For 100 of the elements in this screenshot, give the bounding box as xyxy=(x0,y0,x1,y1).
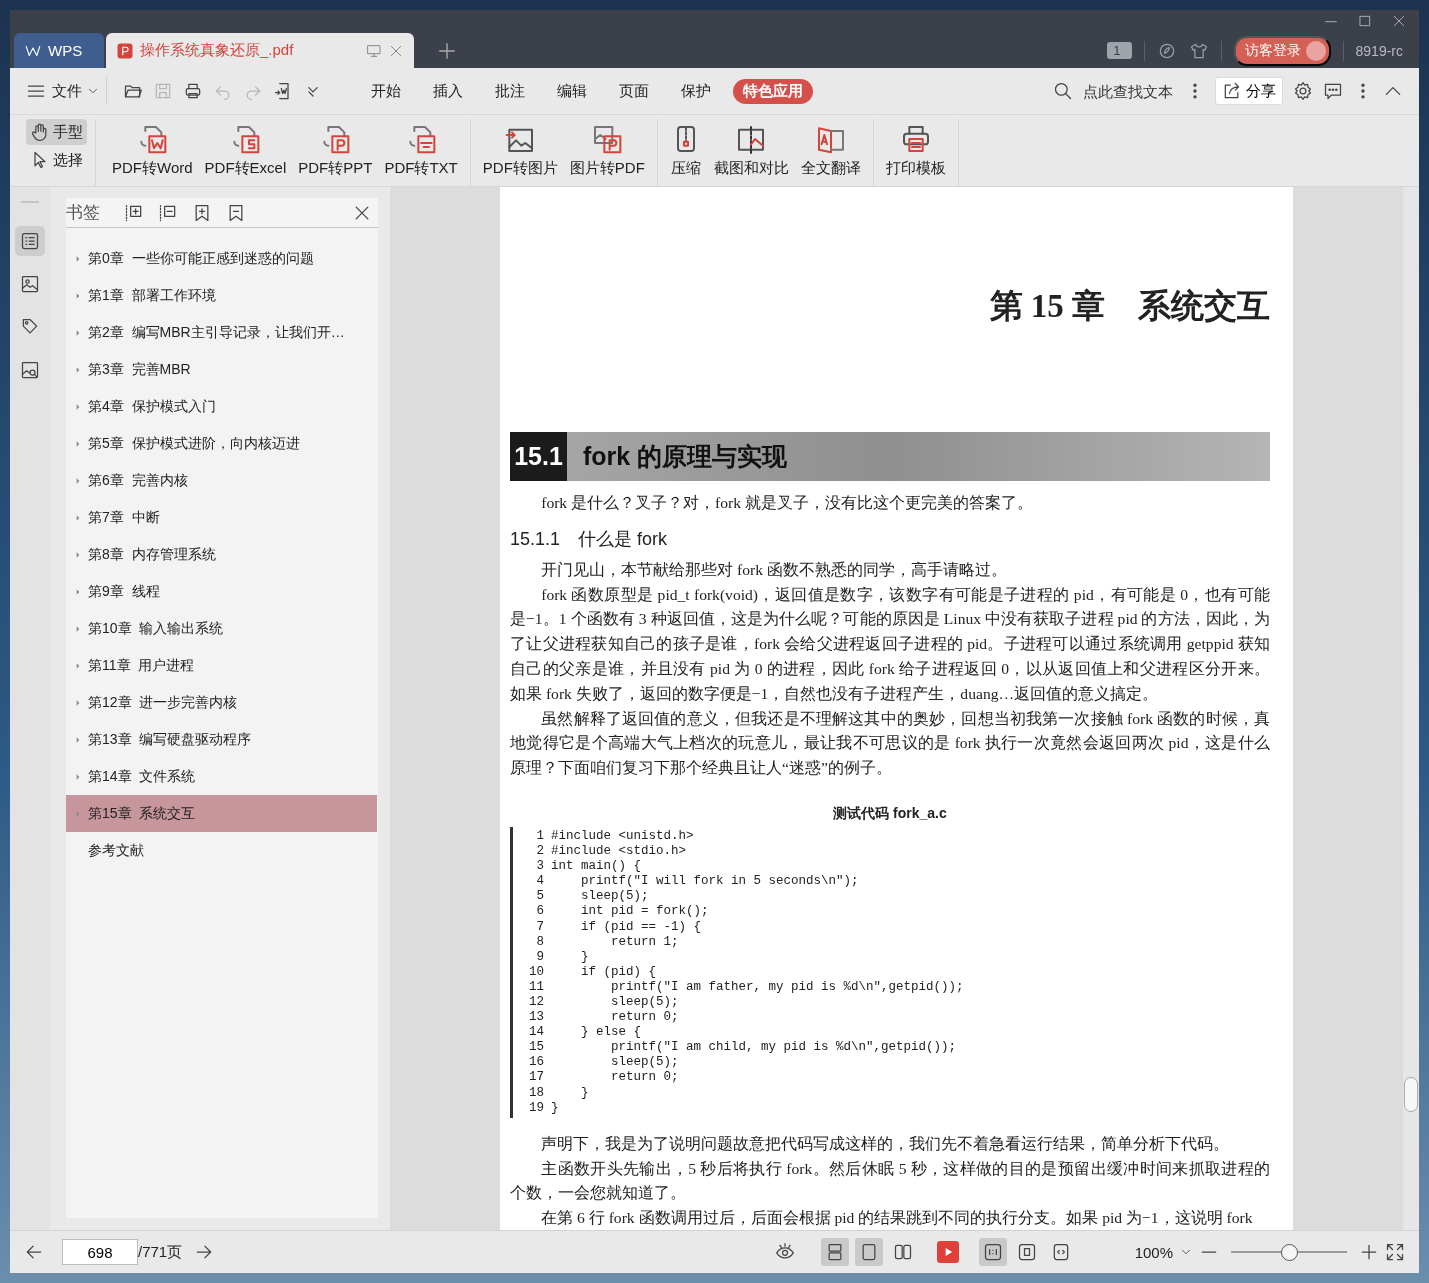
collapse-all-icon[interactable] xyxy=(158,202,178,223)
bookmark-item[interactable]: 第8章 内存管理系统 xyxy=(66,536,377,573)
code-line: printf("I am father, my pid is %d\n",getpid()); xyxy=(610,979,964,995)
page-count-badge[interactable]: 1 xyxy=(1107,42,1132,59)
bookmark-item[interactable]: 第12章 进一步完善内核 xyxy=(66,684,377,721)
ribbon-button[interactable]: PDF转TXT xyxy=(378,119,464,186)
bookmark-item[interactable]: 第5章 保护模式进阶，向内核迈进 xyxy=(66,425,377,462)
code-line: sleep(5); xyxy=(610,995,679,1011)
search-field[interactable]: 点此查找文本 xyxy=(1083,82,1175,100)
tab[interactable]: WPS xyxy=(14,33,104,68)
fullscreen-icon[interactable] xyxy=(1385,1242,1405,1262)
page-number-field[interactable]: 698 xyxy=(62,1239,138,1265)
scrollbar[interactable] xyxy=(1403,187,1419,1230)
ribbon-button[interactable]: PDF转Word xyxy=(106,119,199,186)
ribbon-button[interactable]: PDF转图片 xyxy=(476,119,564,186)
expand-arrow-icon[interactable] xyxy=(74,291,82,300)
menu-tab[interactable]: 页面 xyxy=(609,78,659,104)
expand-arrow-icon[interactable] xyxy=(74,513,82,522)
bookmark-item[interactable]: 第4章 保护模式入门 xyxy=(66,388,377,425)
expand-arrow-icon[interactable] xyxy=(74,402,82,411)
fit-mode-button[interactable] xyxy=(979,1238,1007,1266)
search-icon[interactable] xyxy=(1053,81,1073,101)
print-icon[interactable] xyxy=(183,81,203,101)
code-line: } xyxy=(551,1100,559,1116)
view-mode-button[interactable] xyxy=(855,1238,883,1266)
bookmark-item[interactable]: 第3章 完善MBR xyxy=(66,351,377,388)
ribbon-button[interactable]: PDF转Excel xyxy=(198,119,293,186)
bookmark-item[interactable]: 第10章 输入输出系统 xyxy=(66,610,377,647)
code-line: if (pid == -1) { xyxy=(580,919,702,935)
expand-arrow-icon[interactable] xyxy=(74,624,82,633)
expand-all-icon[interactable] xyxy=(124,202,144,223)
menu-tab[interactable]: 开始 xyxy=(361,78,411,104)
expand-arrow-icon[interactable] xyxy=(74,365,82,374)
expand-arrow-icon[interactable] xyxy=(74,772,82,781)
bookmark-item[interactable]: 第0章 一些你可能正感到迷惑的问题 xyxy=(66,240,377,277)
plus-icon[interactable] xyxy=(1359,1242,1379,1262)
section-title: fork 的原理与实现 xyxy=(583,441,788,472)
bookmark-item[interactable]: 第7章 中断 xyxy=(66,499,377,536)
fit-width-icon xyxy=(1051,1242,1071,1262)
bookmark-item[interactable]: 第11章 用户进程 xyxy=(66,647,377,684)
avatar xyxy=(1305,40,1326,61)
bookmark-item[interactable]: 第15章 系统交互 xyxy=(66,795,377,832)
line-number: 2 xyxy=(535,844,545,860)
maximize-icon[interactable] xyxy=(1357,13,1373,29)
line-number: 13 xyxy=(528,1010,545,1026)
user-id: 8919-rc xyxy=(1355,42,1403,59)
expand-arrow-icon[interactable] xyxy=(74,254,82,263)
monitor-icon[interactable] xyxy=(366,42,382,59)
ribbon-button[interactable]: 截图和对比 xyxy=(707,119,795,186)
expand-arrow-icon[interactable] xyxy=(74,661,82,670)
share-button[interactable]: 分享 xyxy=(1215,77,1283,105)
bookmark-item[interactable]: 参考文献 xyxy=(66,832,377,869)
expand-arrow-icon[interactable] xyxy=(74,328,82,337)
expand-arrow-icon[interactable] xyxy=(74,439,82,448)
expand-arrow-icon[interactable] xyxy=(74,550,82,559)
login-button[interactable]: 访客登录 xyxy=(1233,35,1331,66)
bookmark-item[interactable]: 第6章 完善内核 xyxy=(66,462,377,499)
line-number: 15 xyxy=(528,1040,545,1056)
ribbon-button[interactable]: 图片转PDF xyxy=(563,119,651,186)
line-number: 19 xyxy=(528,1100,545,1116)
code-line: } else { xyxy=(580,1025,641,1041)
bookmark-item[interactable]: 第14章 文件系统 xyxy=(66,758,377,795)
mode-button[interactable]: 手型 xyxy=(26,119,87,145)
plus-icon[interactable] xyxy=(436,40,458,62)
bookmark-item[interactable]: 第13章 编写硬盘驱动程序 xyxy=(66,721,377,758)
file-menu[interactable]: 文件 xyxy=(52,81,100,101)
play-button[interactable] xyxy=(937,1241,959,1263)
expand-arrow-icon[interactable] xyxy=(74,698,82,707)
ribbon-button[interactable]: 压缩 xyxy=(663,119,708,186)
menu-tab[interactable]: 编辑 xyxy=(547,78,597,104)
close-icon[interactable] xyxy=(1391,13,1407,29)
bookmark-item[interactable]: 第9章 线程 xyxy=(66,573,377,610)
menu-tab[interactable]: 批注 xyxy=(485,78,535,104)
ribbon-button[interactable]: 全文翻译 xyxy=(794,119,867,186)
scrollbar-thumb[interactable] xyxy=(1404,1077,1418,1112)
settings-icon[interactable] xyxy=(1293,81,1313,101)
code-line: return 1; xyxy=(610,934,679,950)
line-number: 16 xyxy=(528,1055,545,1071)
rail-button[interactable] xyxy=(15,226,45,256)
tab[interactable]: 操作系统真象还原_.pdf xyxy=(106,33,414,68)
slider-thumb[interactable] xyxy=(1281,1243,1298,1261)
subsection-heading: 15.1.1 什么是 fork xyxy=(510,527,669,551)
expand-arrow-icon[interactable] xyxy=(74,587,82,596)
comment-icon[interactable] xyxy=(1323,81,1343,101)
bookmark-item[interactable]: 第2章 编写MBR主引导记录，让我们开… xyxy=(66,314,377,351)
line-number: 8 xyxy=(535,934,545,950)
view-mode-button[interactable] xyxy=(821,1238,849,1266)
mode-button[interactable]: 选择 xyxy=(26,147,87,173)
ribbon-button[interactable]: PDF转PPT xyxy=(292,119,379,186)
zoom-level[interactable]: 100% xyxy=(1111,1243,1173,1261)
menu-tab[interactable]: 插入 xyxy=(423,78,473,104)
ribbon-button[interactable]: 打印模板 xyxy=(879,119,952,186)
image-icon xyxy=(20,274,40,294)
paragraph: 在第 6 行 fork 函数调用过后，后面会根据 pid 的结果跳到不同的执行分支。如果 pid 为−1，这说明 fork xyxy=(540,1208,1254,1229)
line-number: 6 xyxy=(535,904,545,920)
expand-arrow-icon[interactable] xyxy=(74,735,82,744)
menu-tab[interactable]: 保护 xyxy=(671,78,721,104)
expand-arrow-icon[interactable] xyxy=(74,476,82,485)
bookmark-item[interactable]: 第1章 部署工作环境 xyxy=(66,277,377,314)
menu-tab[interactable]: 特色应用 xyxy=(733,78,813,104)
